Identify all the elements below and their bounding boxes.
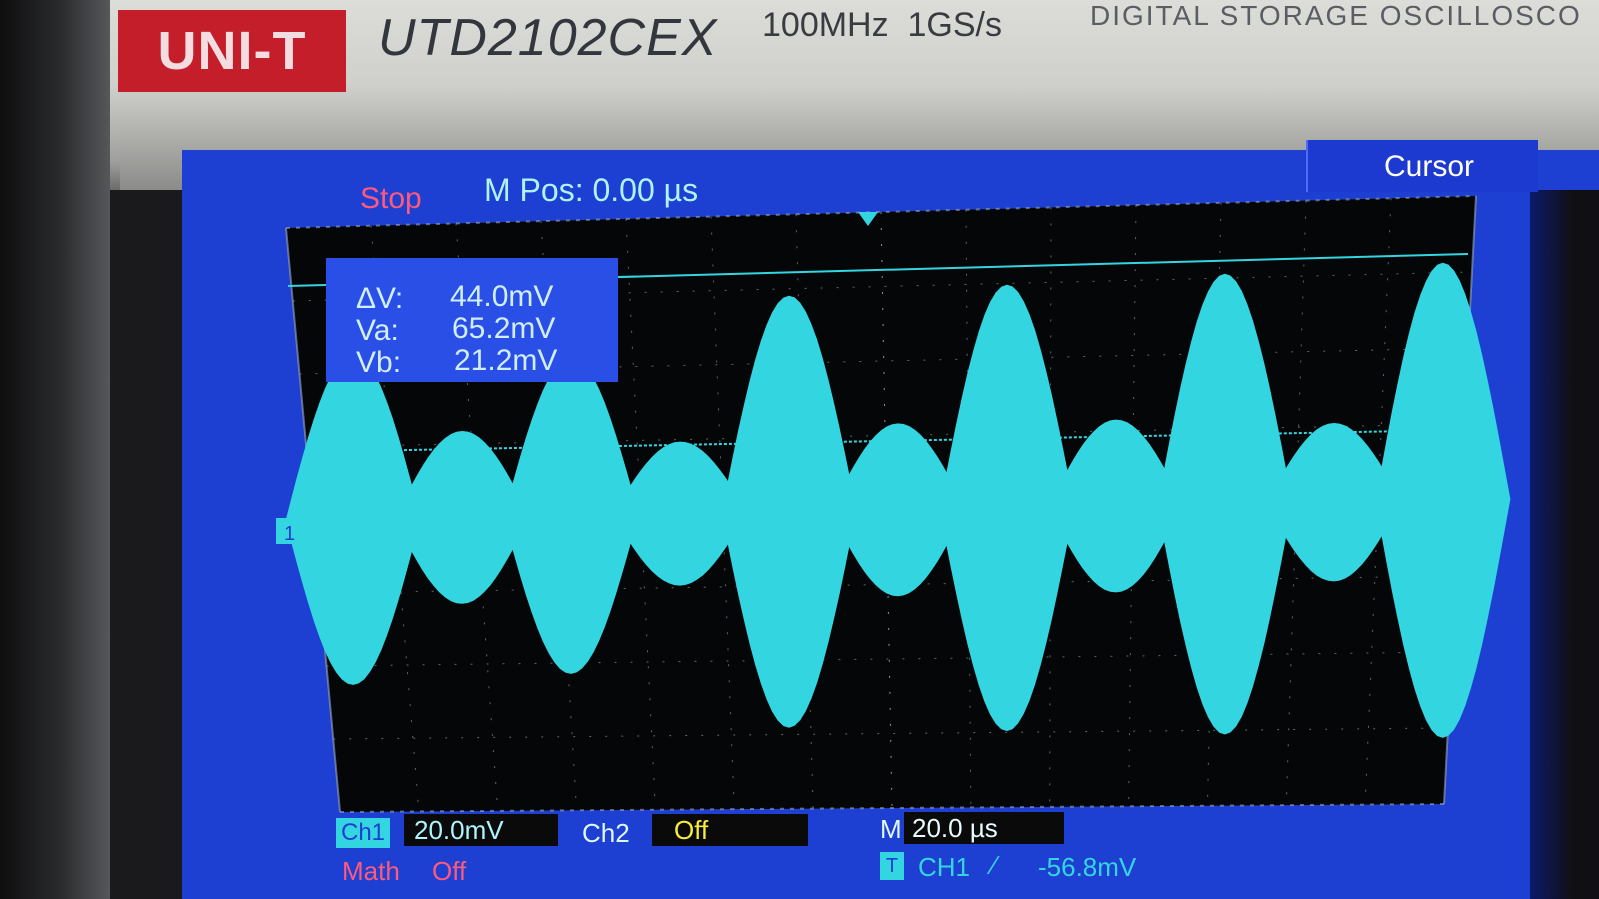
ch1-ground-marker-label: 1 bbox=[284, 523, 295, 545]
ch2-indicator[interactable]: Ch2 bbox=[582, 818, 630, 849]
delta-v-value: 44.0mV bbox=[450, 280, 554, 313]
ch1-volts-per-div: 20.0mV bbox=[404, 814, 558, 846]
vb-value: 21.2mV bbox=[454, 344, 558, 377]
timebase-prefix: M bbox=[880, 814, 902, 844]
cursor-readout-panel: ΔV: 44.0mV Va: 65.2mV Vb: 21.2mV bbox=[326, 258, 618, 382]
vb-label: Vb: bbox=[356, 346, 402, 379]
math-indicator[interactable]: Math bbox=[342, 856, 400, 887]
math-state: Off bbox=[432, 856, 467, 886]
ch2-state: Off bbox=[652, 814, 808, 846]
va-value: 65.2mV bbox=[452, 312, 556, 345]
trigger-level: -56.8mV bbox=[1038, 852, 1137, 882]
va-label: Va: bbox=[356, 314, 399, 347]
ch1-indicator[interactable]: Ch1 bbox=[336, 818, 390, 848]
delta-v-label: ΔV: bbox=[356, 282, 404, 315]
trigger-source: CH1 bbox=[918, 852, 971, 882]
trigger-badge: T bbox=[880, 852, 904, 880]
waveform-display: 1 bbox=[276, 195, 1511, 813]
timebase-value: 20.0 µs bbox=[904, 812, 1064, 844]
trigger-slope-icon: ∕ bbox=[992, 850, 997, 880]
